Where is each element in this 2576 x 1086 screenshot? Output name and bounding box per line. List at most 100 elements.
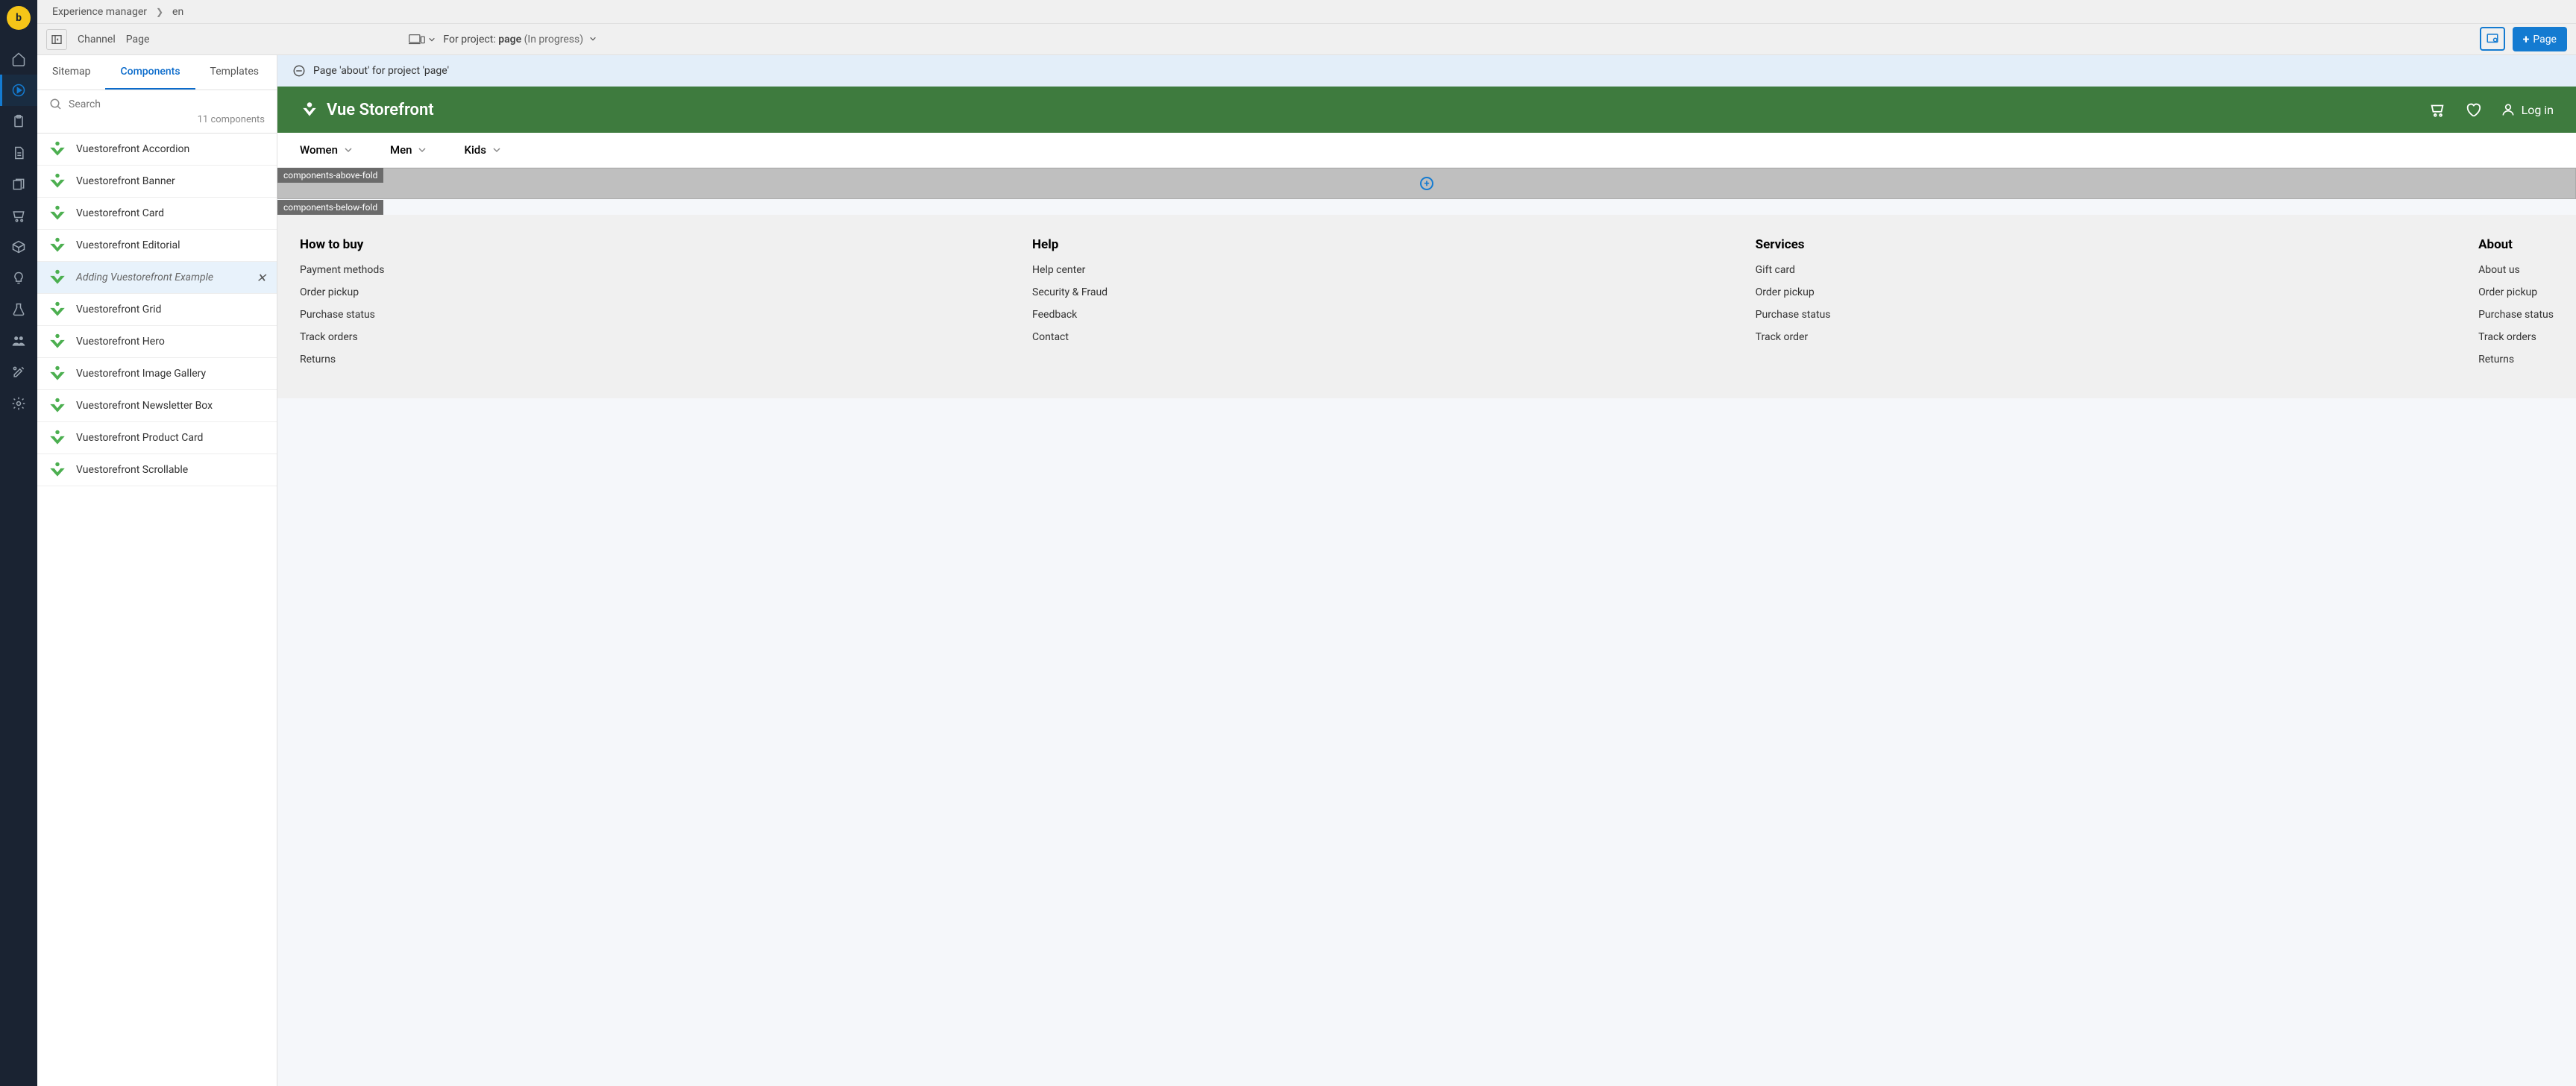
storefront-footer: How to buyPayment methodsOrder pickupPur… bbox=[277, 215, 2576, 398]
drop-zone-below-fold[interactable]: components-below-fold bbox=[277, 199, 2576, 215]
footer-link[interactable]: Returns bbox=[300, 354, 384, 365]
add-page-button[interactable]: + Page bbox=[2513, 27, 2567, 51]
component-item[interactable]: Vuestorefront Product Card bbox=[37, 422, 277, 454]
rail-package[interactable] bbox=[0, 231, 37, 263]
nav-men[interactable]: Men bbox=[390, 143, 427, 157]
user-icon bbox=[2501, 102, 2516, 117]
rail-tools[interactable] bbox=[0, 357, 37, 388]
rail-pages[interactable] bbox=[0, 169, 37, 200]
footer-link[interactable]: Help center bbox=[1032, 264, 1108, 276]
footer-link[interactable]: Track order bbox=[1756, 331, 1831, 343]
footer-column: Services Gift card Order pickup Purchase st… bbox=[1756, 237, 1831, 376]
rail-settings[interactable] bbox=[0, 388, 37, 419]
chevron-right-icon: ❯ bbox=[156, 7, 163, 17]
rail-cart[interactable] bbox=[0, 200, 37, 231]
vsf-logo-icon bbox=[300, 100, 319, 119]
rail-experience[interactable] bbox=[0, 75, 37, 106]
device-selector[interactable] bbox=[409, 33, 436, 46]
page-dropdown[interactable]: Page bbox=[126, 34, 150, 45]
login-button[interactable]: Log in bbox=[2501, 102, 2554, 117]
component-item[interactable]: Vuestorefront Accordion bbox=[37, 134, 277, 166]
component-label: Vuestorefront Newsletter Box bbox=[76, 400, 213, 412]
page-info-bar: Page 'about' for project 'page' bbox=[277, 55, 2576, 87]
component-search bbox=[37, 90, 277, 114]
footer-link[interactable]: Track orders bbox=[2478, 331, 2554, 343]
component-label: Vuestorefront Hero bbox=[76, 336, 165, 348]
component-item[interactable]: Vuestorefront Editorial bbox=[37, 230, 277, 262]
component-icon bbox=[48, 460, 67, 480]
component-item[interactable]: Adding Vuestorefront Example✕ bbox=[37, 262, 277, 294]
footer-link[interactable]: Contact bbox=[1032, 331, 1108, 343]
footer-heading: Services bbox=[1756, 237, 1831, 252]
chevron-down-icon bbox=[418, 145, 427, 154]
component-count: 11 components bbox=[37, 114, 277, 134]
rail-document[interactable] bbox=[0, 137, 37, 169]
footer-link[interactable]: Gift card bbox=[1756, 264, 1831, 276]
footer-link[interactable]: Purchase status bbox=[2478, 309, 2554, 321]
close-icon[interactable]: ✕ bbox=[257, 271, 266, 285]
component-item[interactable]: Vuestorefront Hero bbox=[37, 326, 277, 358]
footer-link[interactable]: About us bbox=[2478, 264, 2554, 276]
rail-clipboard[interactable] bbox=[0, 106, 37, 137]
footer-link[interactable]: Security & Fraud bbox=[1032, 286, 1108, 298]
storefront-nav: Women Men Kids bbox=[277, 133, 2576, 168]
project-selector[interactable]: For project: page (In progress) bbox=[443, 34, 596, 45]
page-info-text: Page 'about' for project 'page' bbox=[313, 65, 449, 77]
rail-idea[interactable] bbox=[0, 263, 37, 294]
tab-templates[interactable]: Templates bbox=[195, 55, 274, 90]
component-item[interactable]: Vuestorefront Newsletter Box bbox=[37, 390, 277, 422]
component-label: Vuestorefront Product Card bbox=[76, 432, 203, 444]
component-item[interactable]: Vuestorefront Image Gallery bbox=[37, 358, 277, 390]
component-list: Vuestorefront AccordionVuestorefront Ban… bbox=[37, 134, 277, 1086]
component-icon bbox=[48, 204, 67, 223]
rail-lab[interactable] bbox=[0, 294, 37, 325]
component-icon bbox=[48, 332, 67, 351]
component-item[interactable]: Vuestorefront Scrollable bbox=[37, 454, 277, 486]
footer-column: Help Help center Security & Fraud Feedback C… bbox=[1032, 237, 1108, 376]
nav-rail: b bbox=[0, 0, 37, 1086]
cart-icon[interactable] bbox=[2429, 101, 2445, 118]
component-item[interactable]: Vuestorefront Card bbox=[37, 198, 277, 230]
footer-link[interactable]: Order pickup bbox=[1756, 286, 1831, 298]
footer-heading: About bbox=[2478, 237, 2554, 252]
add-component-button[interactable]: + bbox=[1420, 177, 1433, 190]
footer-link[interactable]: Purchase status bbox=[300, 309, 384, 321]
footer-link[interactable]: Payment methods bbox=[300, 264, 384, 276]
zone-label-below: components-below-fold bbox=[277, 200, 383, 215]
nav-women[interactable]: Women bbox=[300, 143, 353, 157]
component-item[interactable]: Vuestorefront Grid bbox=[37, 294, 277, 326]
breadcrumb-root[interactable]: Experience manager bbox=[52, 6, 147, 18]
footer-link[interactable]: Purchase status bbox=[1756, 309, 1831, 321]
brand-logo[interactable]: b bbox=[7, 6, 31, 30]
search-input[interactable] bbox=[69, 98, 265, 110]
component-item[interactable]: Vuestorefront Banner bbox=[37, 166, 277, 198]
collapse-icon[interactable] bbox=[292, 64, 306, 78]
heart-icon[interactable] bbox=[2465, 101, 2481, 118]
component-icon bbox=[48, 236, 67, 255]
drop-zone-above-fold[interactable]: components-above-fold + bbox=[277, 168, 2576, 199]
footer-column: How to buyPayment methodsOrder pickupPur… bbox=[300, 237, 384, 376]
storefront-logo[interactable]: Vue Storefront bbox=[300, 100, 434, 119]
footer-link[interactable]: Order pickup bbox=[2478, 286, 2554, 298]
component-icon bbox=[48, 172, 67, 191]
component-icon bbox=[48, 300, 67, 319]
search-icon bbox=[49, 98, 63, 111]
rail-users[interactable] bbox=[0, 325, 37, 357]
component-label: Vuestorefront Scrollable bbox=[76, 464, 188, 476]
collapse-sidebar-button[interactable] bbox=[46, 29, 67, 50]
component-label: Vuestorefront Card bbox=[76, 207, 164, 219]
preview-mode-button[interactable] bbox=[2480, 27, 2505, 51]
rail-home[interactable] bbox=[0, 43, 37, 75]
nav-kids[interactable]: Kids bbox=[464, 143, 500, 157]
breadcrumb-locale[interactable]: en bbox=[172, 6, 183, 18]
tab-sitemap[interactable]: Sitemap bbox=[37, 55, 105, 90]
footer-link[interactable]: Order pickup bbox=[300, 286, 384, 298]
tab-components[interactable]: Components bbox=[105, 55, 195, 90]
footer-heading: Help bbox=[1032, 237, 1108, 252]
channel-dropdown[interactable]: Channel bbox=[78, 34, 116, 45]
preview-area: Page 'about' for project 'page' Vue Stor… bbox=[277, 55, 2576, 1086]
footer-link[interactable]: Feedback bbox=[1032, 309, 1108, 321]
footer-link[interactable]: Track orders bbox=[300, 331, 384, 343]
footer-link[interactable]: Returns bbox=[2478, 354, 2554, 365]
component-label: Vuestorefront Image Gallery bbox=[76, 368, 206, 380]
